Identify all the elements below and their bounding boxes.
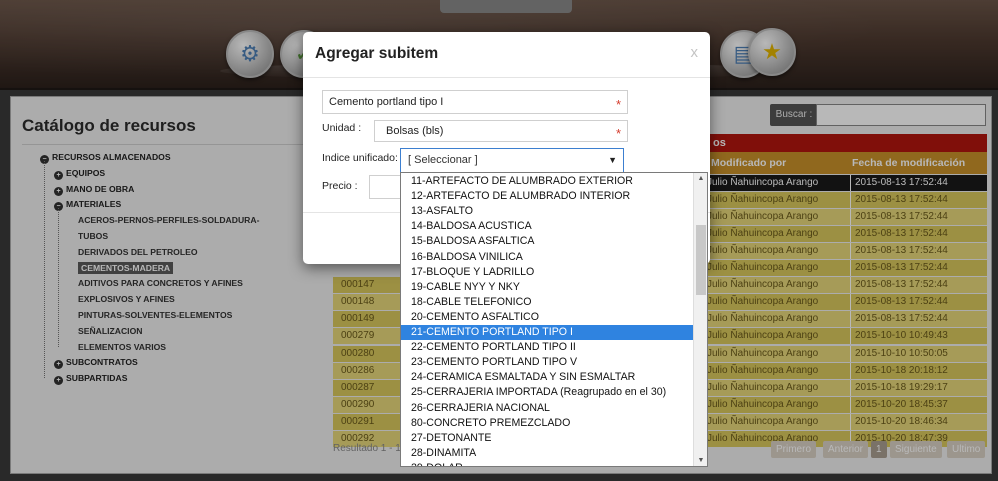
name-field[interactable]: Cemento portland tipo I * <box>322 90 628 114</box>
chevron-down-icon: ▼ <box>608 155 617 165</box>
option-item[interactable]: 18-CABLE TELEFONICO <box>401 295 693 310</box>
indice-options-list[interactable]: 29-DOLAR28-DINAMITA27-DETONANTE80-CONCRE… <box>400 172 708 467</box>
modal-header-separator <box>303 77 710 78</box>
option-item[interactable]: 16-BALDOSA VINILICA <box>401 250 693 265</box>
indice-select[interactable]: [ Seleccionar ] ▼ <box>400 148 624 173</box>
precio-input[interactable] <box>369 175 403 199</box>
option-item[interactable]: 29-DOLAR <box>401 461 693 466</box>
option-item[interactable]: 23-CEMENTO PORTLAND TIPO V <box>401 355 693 370</box>
precio-label: Precio : <box>322 180 358 192</box>
option-item[interactable]: 28-DINAMITA <box>401 446 693 461</box>
indice-label: Indice unificado: <box>322 152 398 164</box>
option-item[interactable]: 15-BALDOSA ASFALTICA <box>401 234 693 249</box>
scroll-up-icon[interactable]: ▲ <box>694 175 707 182</box>
option-item[interactable]: 26-CERRAJERIA NACIONAL <box>401 401 693 416</box>
modal-title: Agregar subitem <box>315 45 439 62</box>
option-item[interactable]: 12-ARTEFACTO DE ALUMBRADO INTERIOR <box>401 189 693 204</box>
list-scrollbar[interactable]: ▲ ▼ <box>693 173 707 466</box>
option-item[interactable]: 22-CEMENTO PORTLAND TIPO II <box>401 340 693 355</box>
indice-select-value: [ Seleccionar ] <box>408 154 478 166</box>
option-item[interactable]: 14-BALDOSA ACUSTICA <box>401 219 693 234</box>
option-item[interactable]: 24-CERAMICA ESMALTADA Y SIN ESMALTAR <box>401 370 693 385</box>
name-field-value: Cemento portland tipo I <box>329 96 444 108</box>
unidad-select[interactable]: Bolsas (bls) * <box>374 120 628 142</box>
option-item[interactable]: 19-CABLE NYY Y NKY <box>401 280 693 295</box>
unidad-value: Bolsas (bls) <box>386 125 444 137</box>
scroll-thumb[interactable] <box>696 225 706 295</box>
option-item[interactable]: 17-BLOQUE Y LADRILLO <box>401 265 693 280</box>
option-item[interactable]: 21-CEMENTO PORTLAND TIPO I <box>401 325 693 341</box>
required-asterisk: * <box>615 97 621 112</box>
close-icon[interactable]: x <box>691 44 699 61</box>
option-item[interactable]: 20-CEMENTO ASFALTICO <box>401 310 693 325</box>
option-item[interactable]: 25-CERRAJERIA IMPORTADA (Reagrupado en e… <box>401 385 693 400</box>
option-item[interactable]: 80-CONCRETO PREMEZCLADO <box>401 416 693 431</box>
option-item[interactable]: 13-ASFALTO <box>401 204 693 219</box>
option-item[interactable]: 11-ARTEFACTO DE ALUMBRADO EXTERIOR <box>401 174 693 189</box>
scroll-down-icon[interactable]: ▼ <box>694 457 707 464</box>
required-asterisk: * <box>615 126 621 141</box>
unidad-label: Unidad : <box>322 122 362 134</box>
option-item[interactable]: 27-DETONANTE <box>401 431 693 446</box>
